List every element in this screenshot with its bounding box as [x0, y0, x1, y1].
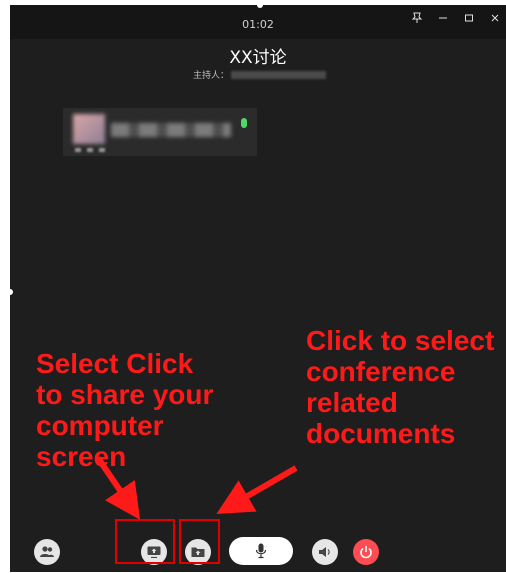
meeting-toolbar [10, 531, 506, 571]
close-icon[interactable] [488, 11, 502, 25]
participant-tile[interactable] [63, 108, 257, 156]
window-edge-handle [257, 2, 263, 8]
meeting-title: XX讨论 [229, 48, 287, 68]
window-controls [410, 11, 502, 25]
share-screen-highlight-box [115, 519, 175, 564]
minimize-icon[interactable] [436, 11, 450, 25]
host-label: 主持人： [193, 71, 230, 81]
participant-name-blurred [111, 123, 231, 137]
mic-active-icon [241, 118, 247, 128]
documents-annotation: Click to select conference related docum… [306, 325, 495, 449]
hang-up-icon [360, 546, 372, 559]
window-edge-handle [7, 289, 13, 295]
speaker-button[interactable] [312, 539, 338, 565]
participants-button[interactable] [34, 539, 60, 565]
maximize-icon[interactable] [462, 11, 476, 25]
microphone-icon [255, 543, 267, 559]
documents-highlight-box [179, 519, 220, 564]
title-bar: 01:02 [10, 5, 506, 39]
participants-icon [40, 546, 54, 557]
participant-subtext-blurred [75, 148, 111, 152]
host-name-blurred [231, 70, 327, 79]
microphone-button[interactable] [229, 537, 293, 565]
pin-icon[interactable] [410, 11, 424, 25]
speaker-icon [319, 547, 330, 557]
participant-avatar [73, 114, 105, 144]
hang-up-button[interactable] [353, 539, 379, 565]
share-screen-annotation: Select Click to share your computer scre… [36, 348, 214, 472]
host-info: 主持人： [193, 68, 327, 81]
meeting-window: 01:02 XX讨论 主持人： [10, 5, 506, 572]
